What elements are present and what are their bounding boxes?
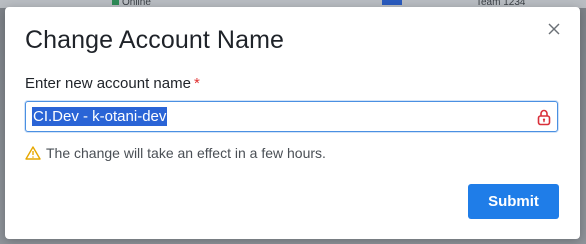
lock-icon <box>537 109 551 126</box>
background-right-text: Team 1234 <box>476 0 526 6</box>
change-hint: The change will take an effect in a few … <box>25 145 326 161</box>
close-button[interactable] <box>544 19 564 39</box>
account-name-label: Enter new account name * <box>25 75 200 92</box>
warning-icon <box>25 146 41 160</box>
account-name-input-value[interactable]: CI.Dev - k-otani-dev <box>32 107 168 126</box>
close-icon <box>548 23 560 35</box>
background-blue-block <box>382 0 402 5</box>
required-marker: * <box>193 75 200 92</box>
change-account-name-dialog: Change Account Name Enter new account na… <box>5 7 580 239</box>
background-status-text: Online <box>122 0 151 6</box>
account-name-input[interactable]: CI.Dev - k-otani-dev <box>25 101 558 132</box>
dialog-title: Change Account Name <box>25 26 285 54</box>
submit-button[interactable]: Submit <box>468 184 559 219</box>
account-name-label-text: Enter new account name <box>25 75 191 92</box>
change-hint-text: The change will take an effect in a few … <box>46 145 326 161</box>
status-dot <box>112 0 119 5</box>
